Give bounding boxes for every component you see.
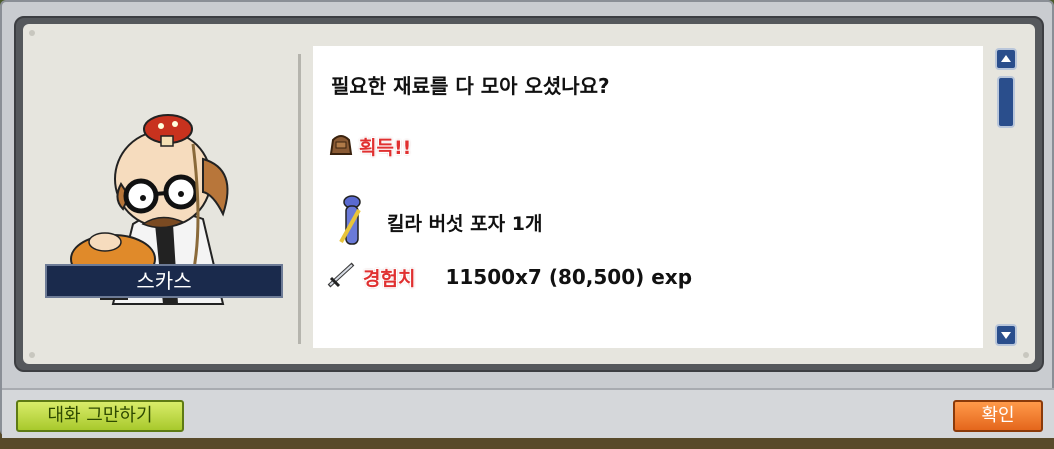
dialog-panel-inner: 스카스 필요한 재료를 다 모아 오셨나요? 획득!! 킬라 버섯 포자 1개 … bbox=[23, 24, 1035, 364]
npc-name-plate: 스카스 bbox=[45, 264, 283, 298]
reward-item-text: 킬라 버섯 포자 1개 bbox=[387, 212, 543, 235]
exp-value: 11500x7 (80,500) exp bbox=[445, 265, 693, 289]
bag-icon bbox=[327, 130, 355, 162]
dialog-panel: 스카스 필요한 재료를 다 모아 오셨나요? 획득!! 킬라 버섯 포자 1개 … bbox=[14, 16, 1044, 372]
sword-icon bbox=[325, 260, 359, 294]
end-chat-button[interactable]: 대화 그만하기 bbox=[16, 400, 184, 432]
acquire-label: 획득!! bbox=[359, 136, 412, 159]
exp-label: 경험치 bbox=[363, 267, 416, 290]
dialog-text-box: 필요한 재료를 다 모아 오셨나요? 획득!! 킬라 버섯 포자 1개 경험치 … bbox=[313, 46, 983, 348]
acquire-row: 획득!! bbox=[327, 130, 411, 162]
potion-icon bbox=[337, 192, 367, 252]
scroll-up-icon[interactable] bbox=[995, 48, 1017, 70]
npc-dialog-window: 스카스 필요한 재료를 다 모아 오셨나요? 획득!! 킬라 버섯 포자 1개 … bbox=[0, 0, 1054, 438]
rivet-icon bbox=[29, 30, 35, 36]
dialog-question: 필요한 재료를 다 모아 오셨나요? bbox=[331, 74, 610, 98]
scroll-thumb[interactable] bbox=[997, 76, 1015, 128]
divider bbox=[298, 54, 301, 344]
rivet-icon bbox=[29, 352, 35, 358]
exp-row: 경험치 11500x7 (80,500) exp bbox=[325, 260, 692, 294]
dialog-button-bar: 대화 그만하기 확인 bbox=[2, 388, 1054, 438]
confirm-button[interactable]: 확인 bbox=[953, 400, 1043, 432]
rivet-icon bbox=[1023, 352, 1029, 358]
reward-item-row: 킬라 버섯 포자 1개 bbox=[337, 192, 542, 252]
scroll-down-icon[interactable] bbox=[995, 324, 1017, 346]
scrollbar[interactable] bbox=[995, 48, 1017, 348]
